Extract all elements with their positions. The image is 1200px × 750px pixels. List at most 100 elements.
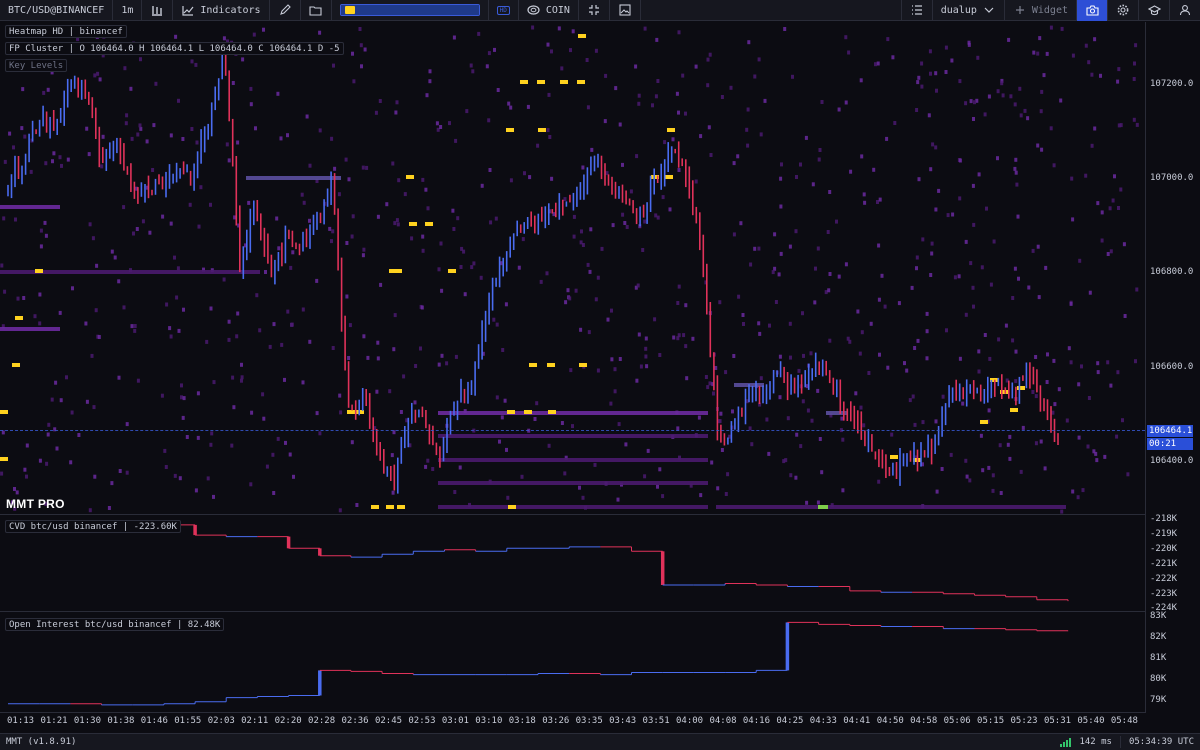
heatmap-cell: [110, 481, 114, 486]
heatmap-cell: [587, 330, 591, 335]
heatmap-cell: [794, 229, 798, 234]
heatmap-cell: [480, 183, 484, 188]
heatmap-cell: [494, 216, 498, 221]
heatmap-cell: [337, 192, 341, 197]
heatmap-cell: [716, 486, 720, 491]
heatmap-cell: [424, 464, 428, 469]
heatmap-cell: [574, 288, 578, 293]
heatmap-cell: [289, 265, 293, 270]
heatmap-cell: [255, 293, 259, 298]
heatmap-cell: [757, 321, 761, 326]
heatmap-cell: [846, 336, 850, 341]
heatmap-cell: [500, 415, 504, 420]
heatmap-cell: [345, 294, 349, 299]
heatmap-cell: [987, 94, 991, 99]
time-axis[interactable]: 01:13 01:21 01:30 01:38 01:46 01:55 02:03 02:11…: [0, 713, 1145, 730]
heatmap-cell: [972, 117, 975, 121]
heatmap-cell: [284, 440, 287, 445]
pane-divider-cvd[interactable]: [0, 514, 1145, 515]
heatmap-cell: [1080, 364, 1083, 369]
heatmap-cell: [182, 396, 186, 401]
heatmap-cell: [876, 200, 879, 204]
heatmap-cell: [291, 250, 295, 255]
heatmap-cell: [903, 361, 906, 366]
heatmap-cell: [941, 394, 945, 399]
time-tick: 03:51: [642, 716, 670, 726]
heatmap-hot-cell: [548, 410, 556, 414]
heatmap-cell: [958, 158, 962, 163]
heatmap-cell: [308, 163, 312, 168]
heatmap-cell: [526, 104, 530, 109]
heatmap-cell: [351, 51, 354, 56]
heatmap-cell: [804, 135, 808, 140]
heatmap-cell: [1095, 458, 1099, 463]
chart-canvas[interactable]: [0, 0, 1200, 750]
heatmap-cell: [777, 272, 781, 277]
heatmap-cell: [694, 64, 698, 69]
heatmap-cell: [265, 464, 269, 469]
heatmap-cell: [445, 361, 449, 366]
heatmap-cell: [199, 185, 203, 190]
heatmap-cell: [886, 365, 890, 370]
key-levels-label[interactable]: Key Levels: [5, 59, 68, 72]
heatmap-cell: [547, 92, 551, 97]
heatmap-cell: [724, 370, 728, 375]
heatmap-cell: [410, 236, 414, 241]
heatmap-cell: [318, 30, 322, 35]
heatmap-cell: [276, 436, 280, 441]
heatmap-cell: [611, 223, 615, 228]
heatmap-cell: [122, 205, 126, 210]
heatmap-cell: [805, 500, 809, 505]
heatmap-cell: [175, 295, 179, 300]
heatmap-cell: [818, 437, 822, 441]
heatmap-cell: [148, 230, 152, 235]
heatmap-cell: [437, 267, 441, 272]
heatmap-cell: [181, 415, 185, 420]
cvd-label[interactable]: CVD btc/usd binancef | -223.60K: [5, 520, 181, 533]
heatmap-cell: [375, 389, 379, 394]
heatmap-cell: [759, 132, 763, 137]
fp-cluster-label[interactable]: FP Cluster | O 106464.0 H 106464.1 L 106…: [5, 42, 344, 55]
heatmap-cell: [118, 469, 122, 473]
heatmap-cell: [732, 354, 736, 358]
heatmap-cell: [816, 500, 820, 505]
heatmap-cell: [84, 321, 88, 326]
heatmap-cell: [139, 57, 142, 62]
heatmap-cell: [288, 452, 292, 457]
heatmap-cell: [580, 229, 583, 234]
heatmap-band: [438, 458, 708, 462]
heatmap-cell: [1031, 390, 1035, 394]
heatmap-label[interactable]: Heatmap HD | binancef: [5, 25, 127, 38]
heatmap-cell: [1044, 265, 1048, 270]
heatmap-cell: [235, 334, 239, 339]
heatmap-cell: [581, 243, 585, 247]
heatmap-cell: [1036, 51, 1040, 56]
heatmap-cell: [212, 494, 215, 499]
heatmap-cell: [428, 69, 432, 74]
heatmap-cell: [546, 42, 550, 47]
heatmap-cell: [981, 468, 985, 473]
heatmap-cell: [391, 161, 395, 166]
heatmap-cell: [492, 317, 496, 322]
heatmap-hot-cell: [577, 80, 585, 84]
heatmap-cell: [654, 213, 658, 218]
heatmap-cell: [66, 157, 70, 162]
heatmap-cell: [206, 476, 210, 481]
heatmap-cell: [154, 81, 158, 86]
heatmap-cell: [60, 163, 63, 168]
heatmap-cell: [977, 349, 981, 354]
oi-label[interactable]: Open Interest btc/usd binancef | 82.48K: [5, 618, 225, 631]
heatmap-cell: [795, 432, 799, 437]
heatmap-cell: [571, 424, 574, 429]
heatmap-cell: [428, 79, 432, 84]
heatmap-cell: [264, 270, 267, 274]
utc-clock: 05:34:39 UTC: [1128, 737, 1194, 747]
heatmap-cell: [739, 221, 743, 226]
heatmap-cell: [629, 189, 633, 194]
pane-divider-oi[interactable]: [0, 611, 1145, 612]
heatmap-hot-cell: [448, 269, 456, 273]
heatmap-cell: [677, 110, 680, 115]
heatmap-cell: [348, 323, 352, 328]
heatmap-cell: [59, 398, 63, 403]
heatmap-cell: [604, 73, 608, 78]
